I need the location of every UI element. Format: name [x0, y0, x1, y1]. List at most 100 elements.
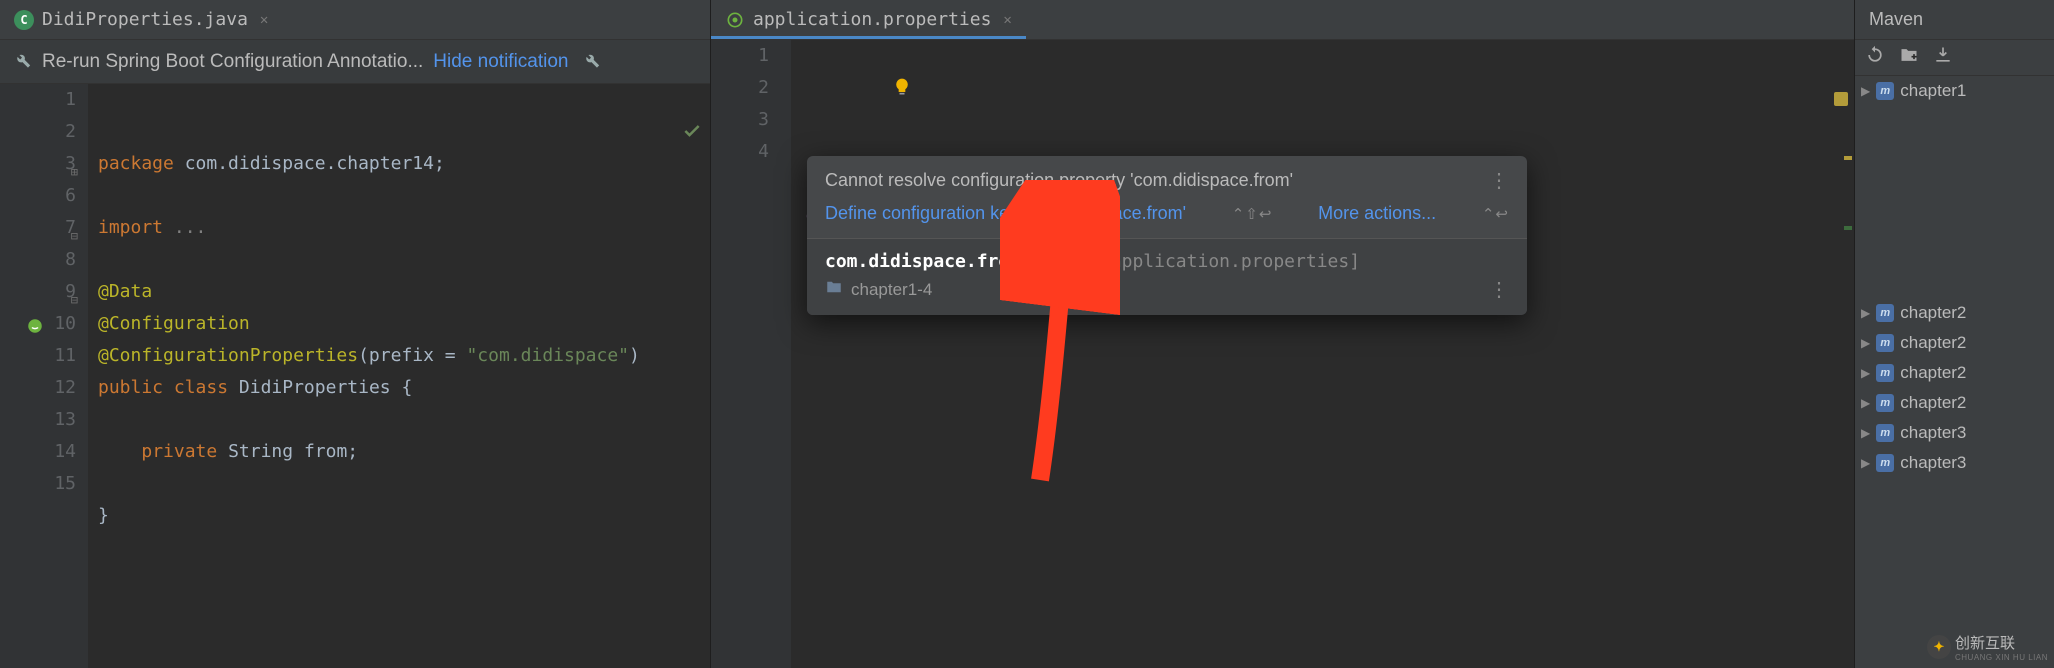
tab-label: application.properties [753, 9, 991, 30]
line-number: 9⊟ [0, 276, 76, 308]
line-number: 3 [711, 104, 769, 136]
properties-file-icon [725, 10, 745, 30]
change-stripe[interactable] [1844, 226, 1852, 230]
keyword: public [98, 377, 163, 398]
brace: } [98, 505, 109, 526]
left-editor-panel: C DidiProperties.java ✕ Re-run Spring Bo… [0, 0, 710, 668]
warning-stripe[interactable] [1844, 156, 1852, 160]
maven-module[interactable]: ▶ m chapter2 [1855, 328, 2054, 358]
maven-module[interactable]: ▶ m chapter2 [1855, 298, 2054, 328]
maven-module[interactable]: ▶mchapter2 [1855, 388, 2054, 418]
module-label: chapter2 [1900, 333, 1966, 353]
close-icon[interactable]: ✕ [1003, 12, 1011, 28]
left-code[interactable]: package com.didispace.chapter14; import … [88, 84, 710, 668]
more-icon[interactable]: ⋮ [1489, 171, 1509, 191]
expand-icon[interactable]: ▶ [1861, 396, 1870, 410]
define-key-action[interactable]: Define configuration key 'com.didispace.… [825, 203, 1186, 224]
tab-application-properties[interactable]: application.properties ✕ [711, 0, 1026, 39]
maven-module[interactable]: ▶mchapter2 [1855, 358, 2054, 388]
expand-icon[interactable]: ▶ [1861, 336, 1870, 350]
line-number: 2 [711, 72, 769, 104]
expand-icon[interactable]: ▶ [1861, 84, 1870, 98]
code-text: ) [629, 345, 640, 366]
notification-text: Re-run Spring Boot Configuration Annotat… [42, 51, 423, 73]
line-number: 1 [0, 84, 76, 116]
maven-tree[interactable]: ▶mchapter1 ▶mchapter2 ▶mchapter2 ▶mchapt… [1855, 76, 2054, 668]
maven-module[interactable]: ▶ m chapter1 [1855, 76, 2054, 106]
line-number: 8 [0, 244, 76, 276]
hide-notification-link[interactable]: Hide notification [433, 51, 568, 73]
watermark-text: 创新互联 [1955, 632, 2048, 653]
line-number: 7⊟ [0, 212, 76, 244]
more-actions-link[interactable]: More actions... [1318, 203, 1436, 224]
code-text: ; [347, 441, 358, 462]
brace: { [401, 377, 412, 398]
expand-icon[interactable]: ▶ [1861, 306, 1870, 320]
maven-module[interactable]: ▶ m chapter3 [1855, 418, 2054, 448]
line-number: 6 [0, 180, 76, 212]
code-text: (prefix = [358, 345, 466, 366]
left-code-area: 1 2 3⊞ 6 7⊟ 8 9⊟ 10 11 12 13 14 15 packa… [0, 84, 710, 668]
tab-didi-properties[interactable]: C DidiProperties.java ✕ [0, 0, 282, 39]
popup-message: Cannot resolve configuration property 'c… [825, 170, 1293, 191]
maven-module-icon: m [1876, 82, 1894, 100]
maven-title: Maven [1855, 0, 2054, 40]
folded-imports[interactable]: ... [174, 217, 207, 238]
right-gutter: 1 2 3 4 [711, 40, 791, 668]
right-code[interactable]: com.didispace.from=ddd [791, 40, 1854, 668]
inspection-popup: Cannot resolve configuration property 'c… [807, 156, 1527, 315]
line-number: 10 [0, 308, 76, 340]
maven-module-icon: m [1876, 394, 1894, 412]
expand-icon[interactable]: ▶ [1861, 456, 1870, 470]
keyword: import [98, 217, 163, 238]
line-number: 11 [0, 340, 76, 372]
annotation: @ConfigurationProperties [98, 345, 358, 366]
notification-bar: Re-run Spring Boot Configuration Annotat… [0, 40, 710, 84]
line-number: 13 [0, 404, 76, 436]
popup-usage-section: com.didispace.from="ddd" [application.pr… [807, 239, 1527, 315]
popup-actions-row: Define configuration key 'com.didispace.… [807, 199, 1527, 238]
expand-icon[interactable]: ▶ [1861, 426, 1870, 440]
line-number: 2 [0, 116, 76, 148]
module-name: chapter1-4 [851, 280, 932, 300]
close-icon[interactable]: ✕ [260, 12, 268, 28]
package-name: com.didispace.chapter14 [185, 153, 434, 174]
wrench-config-icon[interactable] [579, 48, 601, 76]
usage-line[interactable]: com.didispace.from="ddd" [application.pr… [825, 251, 1509, 272]
line-number: 3⊞ [0, 148, 76, 180]
left-tabs-row: C DidiProperties.java ✕ [0, 0, 710, 40]
expand-icon[interactable]: ▶ [1861, 366, 1870, 380]
line-number: 14 [0, 436, 76, 468]
maven-module-icon: m [1876, 364, 1894, 382]
right-editor-panel: application.properties ✕ 1 2 3 4 com.did… [710, 0, 1854, 668]
module-label: chapter2 [1900, 303, 1966, 323]
edge-markers [1844, 92, 1852, 294]
maven-module[interactable]: ▶ m chapter3 [1855, 448, 2054, 478]
refresh-icon[interactable] [1865, 45, 1885, 70]
generate-sources-icon[interactable] [1899, 45, 1919, 70]
maven-module-icon: m [1876, 304, 1894, 322]
watermark-sub: CHUANG XIN HU LIAN [1955, 653, 2048, 662]
maven-module-icon: m [1876, 454, 1894, 472]
maven-toolbar [1855, 40, 2054, 76]
download-icon[interactable] [1933, 45, 1953, 70]
module-label: chapter3 [1900, 423, 1966, 443]
watermark: ✦ 创新互联 CHUANG XIN HU LIAN [1927, 632, 2048, 662]
keyboard-hint: ⌃⇧↩ [1232, 205, 1273, 223]
maven-module-icon: m [1876, 334, 1894, 352]
folder-icon [825, 278, 843, 301]
more-icon[interactable]: ⋮ [1489, 280, 1509, 300]
keyword: private [141, 441, 217, 462]
keyword: class [174, 377, 228, 398]
left-gutter: 1 2 3⊞ 6 7⊟ 8 9⊟ 10 11 12 13 14 15 [0, 84, 88, 668]
tab-label: DidiProperties.java [42, 9, 248, 30]
module-label: chapter3 [1900, 453, 1966, 473]
annotation: @Data [98, 281, 152, 302]
string-literal: "com.didispace" [466, 345, 629, 366]
module-line: chapter1-4 ⋮ [825, 278, 1509, 301]
intention-bulb-icon[interactable] [805, 44, 912, 140]
java-class-icon: C [14, 10, 34, 30]
usage-value: "ddd" [1031, 251, 1085, 272]
maven-module-icon: m [1876, 424, 1894, 442]
module-label: chapter1 [1900, 81, 1966, 101]
